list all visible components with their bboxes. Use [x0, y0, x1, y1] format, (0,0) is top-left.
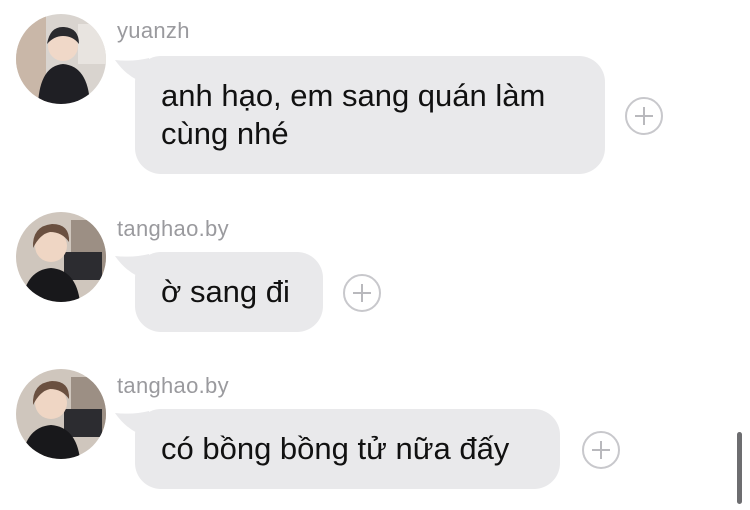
sender-name: yuanzh [117, 18, 190, 43]
sender-name: tanghao.by [117, 373, 229, 398]
sender-name: tanghao.by [117, 216, 229, 241]
scrollbar[interactable] [737, 432, 742, 504]
add-reaction-icon[interactable] [582, 431, 620, 469]
avatar[interactable] [16, 369, 106, 459]
add-reaction-icon[interactable] [343, 274, 381, 312]
message-bubble[interactable]: anh hạo, em sang quán làm cùng nhé [135, 56, 605, 174]
avatar[interactable] [16, 14, 106, 104]
message-bubble[interactable]: có bồng bồng tử nữa đấy [135, 409, 560, 489]
add-reaction-icon[interactable] [625, 97, 663, 135]
message-bubble[interactable]: ờ sang đi [135, 252, 323, 332]
avatar[interactable] [16, 212, 106, 302]
